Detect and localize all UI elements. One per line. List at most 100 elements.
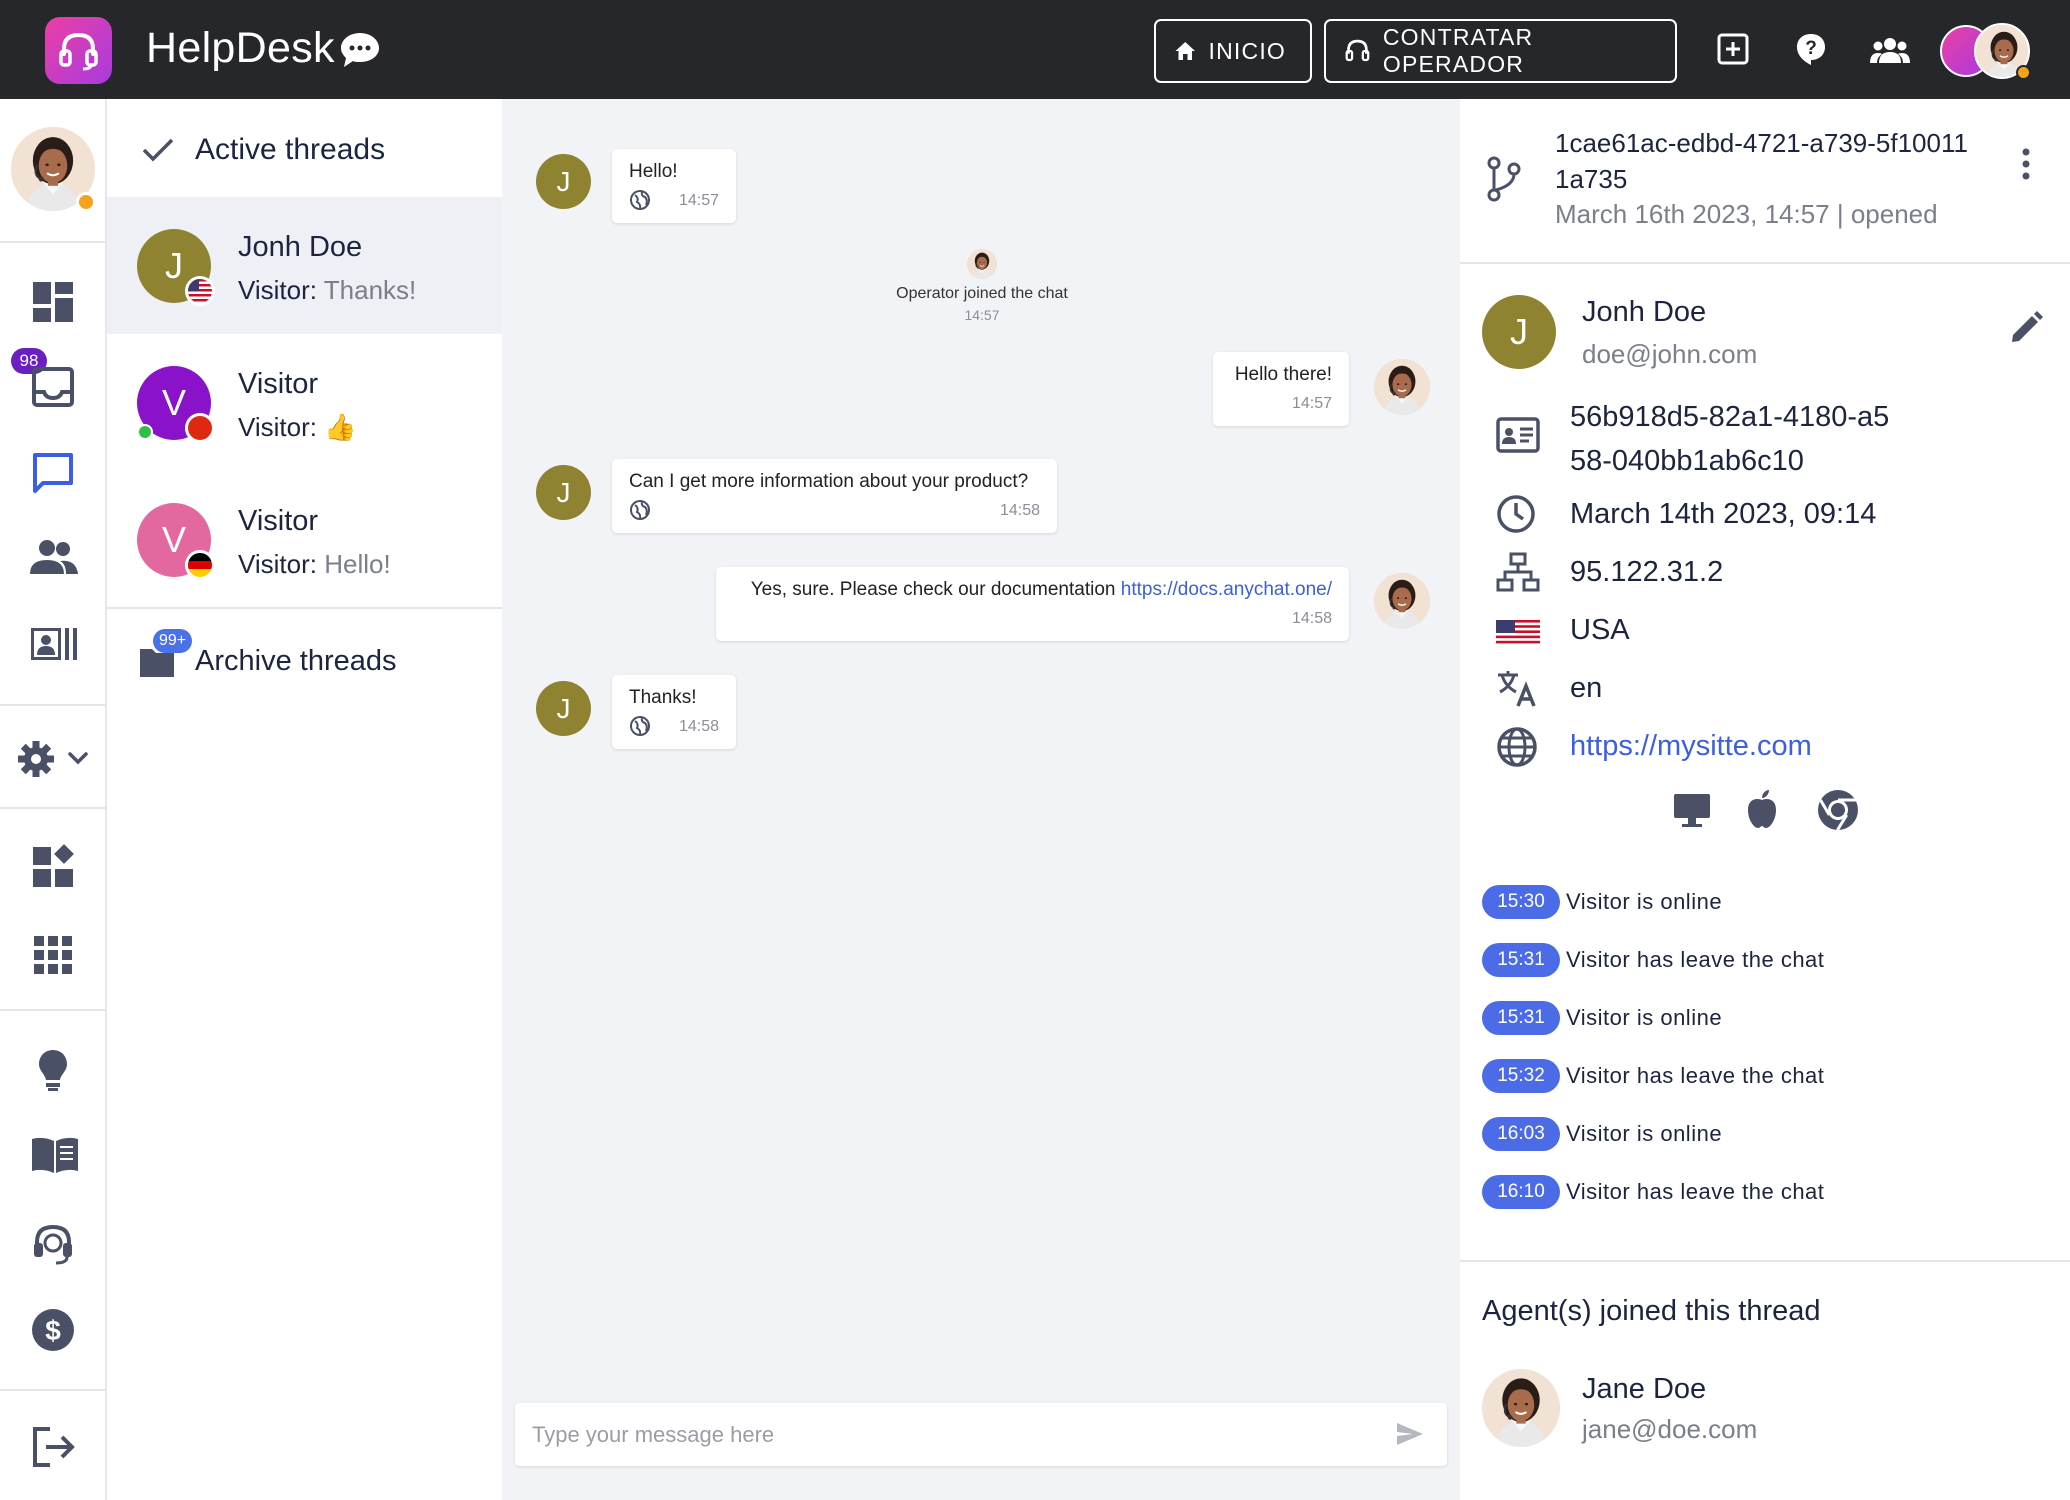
visitor-email: doe@john.com [1582, 339, 1758, 369]
germany-flag-icon [185, 550, 215, 580]
message-text: Yes, sure. Please check our documentatio… [750, 579, 1332, 600]
globe-icon [630, 500, 650, 520]
thread-id: 1cae61ac-edbd-4721-a739-5f100111a735 [1555, 128, 1968, 194]
event-time: 15:32 [1482, 1059, 1560, 1093]
message-text: Hello! [629, 161, 678, 182]
usa-flag-icon [185, 276, 215, 306]
message-bubble: Can I get more information about your pr… [612, 459, 1057, 533]
team-icon[interactable] [1870, 36, 1910, 64]
left-rail: 98 $ [0, 99, 107, 1500]
message-bubble: Hello! 14:57 [612, 149, 736, 223]
usa-flag-icon [1496, 620, 1540, 644]
online-dot [137, 424, 153, 440]
home-button-label: INICIO [1208, 37, 1286, 64]
event-time: 15:30 [1482, 885, 1560, 919]
system-message: Operator joined the chat 14:57 [882, 249, 1082, 323]
brand-name: HelpDesk [146, 24, 335, 72]
first-seen-date: March 14th 2023, 09:14 [1570, 498, 1877, 530]
thread-item[interactable]: V Visitor Visitor: 👍 [107, 334, 502, 471]
event-label: Visitor has leave the chat [1566, 947, 1825, 972]
docs-link[interactable]: https://docs.anychat.one/ [1121, 579, 1332, 600]
globe-icon [630, 716, 650, 736]
bulb-icon[interactable] [30, 1047, 76, 1093]
rail-divider [0, 241, 107, 243]
message-time: 14:58 [1291, 610, 1332, 627]
status-dot [2016, 65, 2031, 80]
thread-item[interactable]: V Visitor Visitor: Hello! [107, 471, 502, 608]
visitor-avatar: J [536, 465, 591, 520]
edit-icon[interactable] [2008, 310, 2044, 346]
message-time: 14:57 [678, 192, 719, 209]
svg-text:?: ? [1805, 38, 1817, 59]
apps-icon[interactable] [30, 932, 76, 978]
event-label: Visitor is online [1566, 889, 1723, 914]
thread-header: 1cae61ac-edbd-4721-a739-5f100111a735 Mar… [1460, 99, 2070, 264]
support-icon[interactable] [30, 1221, 76, 1267]
check-icon [142, 138, 174, 162]
home-icon [1175, 41, 1196, 61]
logout-icon[interactable] [30, 1424, 76, 1470]
book-icon[interactable] [30, 1135, 80, 1175]
message-time: 14:58 [678, 718, 719, 735]
chat-icon[interactable] [30, 450, 76, 496]
operator-avatar [1374, 573, 1430, 629]
visitor-name: Jonh Doe [1582, 296, 1707, 328]
website-row: https://mysitte.com [1496, 724, 2056, 768]
home-button[interactable]: INICIO [1154, 19, 1312, 83]
hire-operator-label: CONTRATAR OPERADOR [1382, 24, 1534, 77]
visitor-id-row: 56b918d5-82a1-4180-a558-040bb1ab6c10 [1496, 395, 2056, 485]
chat-bubble-icon [341, 33, 379, 67]
branch-icon [1487, 156, 1521, 202]
active-threads-title: Active threads [195, 133, 386, 166]
people-icon[interactable] [30, 539, 78, 575]
visitor-avatar-large: J [1482, 295, 1556, 369]
top-bar: HelpDesk INICIO CONTRATAR OPERADOR ? [0, 0, 2070, 99]
send-icon[interactable] [1395, 1421, 1425, 1447]
add-box-icon[interactable] [1716, 32, 1750, 66]
china-flag-icon [185, 413, 215, 443]
archive-threads-item[interactable]: 99+ Archive threads [137, 629, 497, 689]
system-message-text: Operator joined the chat [896, 285, 1068, 302]
message-input[interactable] [532, 1403, 1372, 1466]
id-card-icon [1496, 417, 1540, 453]
operator-avatar [1374, 359, 1430, 415]
visitor-website-link[interactable]: https://mysitte.com [1570, 730, 1812, 762]
settings-icon[interactable] [18, 739, 94, 779]
thread-date-status: March 16th 2023, 14:57 | opened [1555, 199, 1938, 229]
rail-divider [0, 1009, 107, 1011]
inbox-icon[interactable] [30, 364, 76, 410]
helpdesk-logo[interactable] [45, 17, 112, 84]
svg-text:$: $ [45, 1315, 61, 1346]
agent-avatar [1482, 1369, 1560, 1447]
message-bubble: Thanks! 14:58 [612, 675, 736, 749]
message-time: 14:57 [1291, 395, 1332, 412]
billing-icon[interactable]: $ [30, 1307, 76, 1353]
clock-icon [1497, 495, 1535, 533]
user-avatar-menu[interactable] [1940, 23, 2031, 80]
event-label: Visitor has leave the chat [1566, 1063, 1825, 1088]
rail-divider [0, 807, 107, 809]
widgets-icon[interactable] [30, 844, 76, 890]
more-vert-icon[interactable] [2020, 147, 2032, 181]
contacts-icon[interactable] [30, 627, 78, 661]
active-threads-header[interactable]: Active threads [107, 99, 502, 197]
agent-email: jane@doe.com [1582, 1414, 1758, 1444]
chat-area: J Hello! 14:57 Operator joined the chat … [502, 99, 1460, 1500]
away-status-dot [76, 192, 96, 212]
visitor-country: USA [1570, 614, 1630, 646]
event-time: 15:31 [1482, 1001, 1560, 1035]
panel-divider [1460, 1260, 2070, 1262]
thread-item[interactable]: J Jonh Doe Visitor: Thanks! [107, 197, 502, 334]
agents-title: Agent(s) joined this thread [1482, 1295, 1821, 1327]
visitor-details-panel: 1cae61ac-edbd-4721-a739-5f100111a735 Mar… [1460, 99, 2070, 1500]
dashboard-icon[interactable] [30, 279, 76, 325]
help-icon[interactable]: ? [1795, 32, 1827, 66]
message-text: Can I get more information about your pr… [629, 471, 1029, 492]
country-row: USA [1496, 608, 2056, 652]
agent-name: Jane Doe [1582, 1373, 1707, 1405]
thread-last-message: Visitor: Thanks! [238, 275, 417, 305]
message-composer [515, 1403, 1447, 1466]
hire-operator-button[interactable]: CONTRATAR OPERADOR [1324, 19, 1677, 83]
visitor-id: 56b918d5-82a1-4180-a558-040bb1ab6c10 [1570, 401, 1890, 477]
visitor-avatar: J [536, 681, 591, 736]
